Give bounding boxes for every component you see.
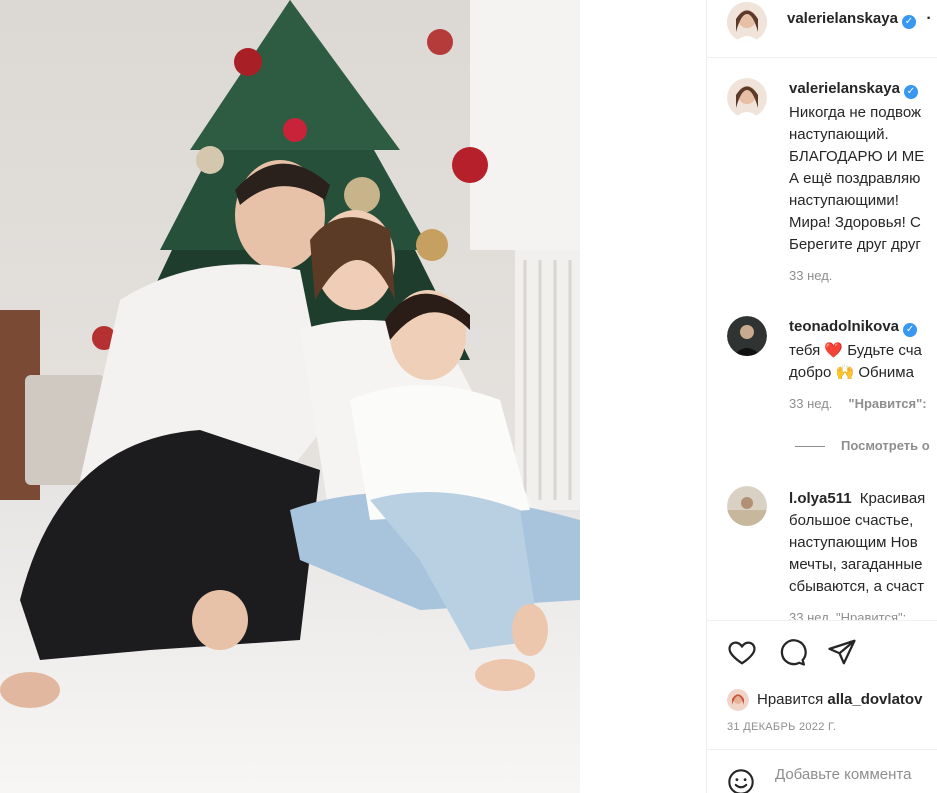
caption-username-row: valerielanskaya ✓ — [789, 80, 918, 99]
verified-badge-icon: ✓ — [901, 15, 916, 29]
verified-badge-icon: ✓ — [903, 323, 918, 337]
caption-line: А ещё поздравляю — [789, 170, 921, 187]
author-name-row: valerielanskaya ✓ · — [787, 10, 932, 29]
replies-divider — [795, 446, 825, 448]
comment-line: сбываются, а счаст — [789, 578, 924, 595]
comment-text: Красивая — [859, 490, 926, 507]
comment-like-count[interactable]: "Нравится": — [848, 396, 926, 411]
comment-username-row: teonadolnikova ✓ — [789, 318, 918, 337]
caption-time[interactable]: 33 нед. — [789, 268, 832, 283]
liker-username[interactable]: alla_dovlatov — [827, 691, 922, 708]
comment-meta: 33 нед. "Нравится": — [789, 396, 927, 411]
caption-line: Никогда не подвож — [789, 104, 922, 121]
post-header: valerielanskaya ✓ · — [707, 0, 937, 58]
commenter-avatar[interactable] — [727, 486, 767, 526]
comment-time[interactable]: 33 нед. — [789, 396, 832, 411]
comment-first-line: l.olya511 Красивая — [789, 488, 925, 510]
comment-line: мечты, загаданные — [789, 556, 923, 573]
liker-avatar[interactable] — [727, 689, 749, 711]
caption-username[interactable]: valerielanskaya — [789, 80, 900, 97]
likes-prefix: Нравится — [757, 690, 824, 708]
add-comment-bar — [707, 749, 937, 793]
caption-line: Берегите друг друг — [789, 236, 921, 253]
caption-line: наступающими! — [789, 192, 899, 209]
comments-list: valerielanskaya ✓ Никогда не подвож насту… — [707, 58, 937, 620]
caption-line: наступающий. — [789, 126, 889, 143]
verified-badge-icon: ✓ — [903, 85, 918, 99]
comment-username[interactable]: l.olya511 — [789, 490, 852, 507]
comment-line: тебя ❤️ Будьте сча — [789, 342, 922, 359]
post-photo[interactable] — [0, 0, 580, 793]
heart-icon[interactable] — [727, 637, 757, 667]
caption-line: БЛАГОДАРЮ И МЕ — [789, 148, 925, 165]
author-avatar[interactable] — [727, 2, 767, 42]
caption-avatar[interactable] — [727, 78, 767, 118]
comment-line: большое счастье, — [789, 512, 914, 529]
add-comment-input[interactable] — [775, 766, 937, 783]
comment-line: наступающим Нов — [789, 534, 918, 551]
comment-line: добро 🙌 Обнима — [789, 364, 914, 381]
caption-line: Мира! Здоровья! С — [789, 214, 921, 231]
comment-icon[interactable] — [777, 637, 807, 667]
post-side-panel: valerielanskaya ✓ · valerielanskaya ✓ Нико… — [706, 0, 937, 793]
comment-meta-partial: 33 нед. "Нравится": — [789, 610, 907, 620]
paper-plane-icon[interactable] — [827, 637, 857, 667]
author-username[interactable]: valerielanskaya — [787, 10, 898, 27]
post-date[interactable]: 31 ДЕКАБРЬ 2022 Г. — [727, 721, 836, 733]
view-replies-button[interactable]: Посмотреть о — [795, 438, 930, 453]
view-replies-label: Посмотреть о — [841, 438, 930, 453]
smiley-icon[interactable] — [727, 768, 755, 793]
commenter-avatar[interactable] — [727, 316, 767, 356]
likes-summary: Нравится alla_dovlatov — [727, 689, 922, 711]
header-dot: · — [926, 10, 932, 27]
comment-username[interactable]: teonadolnikova — [789, 318, 899, 335]
